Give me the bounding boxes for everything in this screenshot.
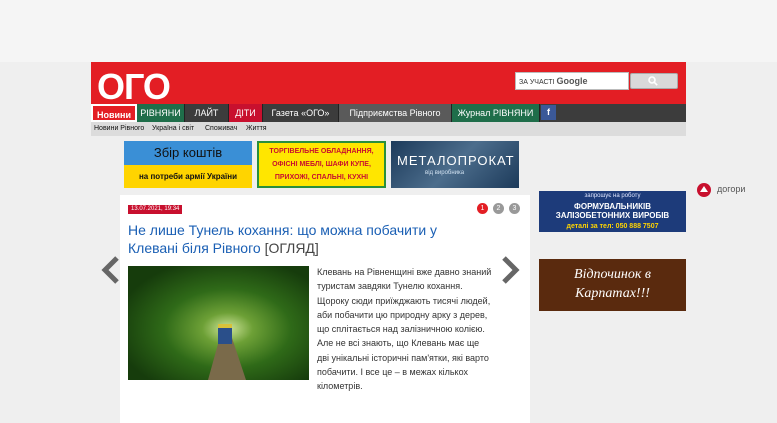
job-ad[interactable]: запрошує на роботу ФОРМУВАЛЬНИКІВ ЗАЛІЗО… (539, 191, 686, 232)
search-button[interactable] (630, 73, 678, 89)
metal-banner[interactable]: МЕТАЛОПРОКАТ від виробника (391, 141, 519, 188)
banner-donation-title: Збір коштів (153, 145, 223, 160)
subnav-item-rivne-news[interactable]: Новини Рівного (94, 122, 144, 136)
nav-item-news[interactable]: Новини (91, 104, 137, 122)
nav-item-companies[interactable]: Підприємства Рівного (339, 104, 452, 122)
up-icon[interactable] (697, 183, 711, 202)
army-donation-banner[interactable]: Збір коштів на потреби армії України (124, 141, 252, 188)
next-arrow-icon[interactable] (500, 256, 520, 289)
carpathians-title: Відпочинок в Карпатах!!! (574, 267, 651, 301)
nav-item-kids[interactable]: ДІТИ (229, 104, 263, 122)
subnav-item-ukraine-world[interactable]: Україна і світ (152, 122, 194, 136)
job-ad-phone: деталі за тел: 050 888 7507 (566, 223, 659, 230)
article-title[interactable]: Не лише Тунель кохання: що можна побачит… (128, 221, 458, 257)
nav-item-light[interactable]: ЛАЙТ (185, 104, 229, 122)
pager-dot-3[interactable]: 3 (509, 203, 520, 214)
prev-arrow-icon[interactable] (101, 256, 121, 289)
main-nav: Новини РІВНЯНИ ЛАЙТ ДІТИ Газета «ОГО» Пі… (91, 104, 686, 122)
article-excerpt: Клевань на Рівненщині вже давно знаний т… (317, 267, 492, 392)
sub-nav: Новини Рівного Україна і світ Споживач Ж… (91, 122, 686, 136)
furniture-line-3: ПРИХОЖІ, СПАЛЬНІ, КУХНІ (274, 174, 369, 181)
job-ad-title: ФОРМУВАЛЬНИКІВ ЗАЛІЗОБЕТОННИХ ВИРОБІВ (555, 202, 670, 220)
nav-item-rivniany[interactable]: РІВНЯНИ (137, 104, 185, 122)
article-tag: [ОГЛЯД] (264, 240, 319, 256)
search-input[interactable]: ЗА УЧАСТІ Google (515, 72, 629, 90)
search-by-label: ЗА УЧАСТІ (519, 79, 555, 86)
facebook-icon[interactable]: f (541, 105, 556, 120)
top-strip (0, 0, 777, 62)
furniture-line-1: ТОРГІВЕЛЬНЕ ОБЛАДНАННЯ, (269, 148, 374, 155)
train-tunnel-image (208, 324, 246, 380)
search-icon (648, 76, 658, 86)
scroll-top-link[interactable]: догори (717, 184, 745, 194)
subnav-item-consumer[interactable]: Споживач (205, 122, 237, 136)
furniture-banner[interactable]: ТОРГІВЕЛЬНЕ ОБЛАДНАННЯ, ОФІСНІ МЕБЛІ, ША… (257, 141, 386, 188)
site-logo[interactable]: ОГО (97, 66, 171, 108)
article-date: 13.07.2021, 19:34 (128, 205, 183, 214)
job-ad-top: запрошує на роботу (584, 193, 641, 199)
google-brand: Google (556, 76, 588, 86)
pager-dot-1[interactable]: 1 (477, 203, 488, 214)
metal-subtitle: від виробника (425, 170, 465, 176)
pager-dot-2[interactable]: 2 (493, 203, 504, 214)
nav-item-newspaper[interactable]: Газета «ОГО» (263, 104, 339, 122)
nav-item-magazine[interactable]: Журнал РІВНЯНИ (452, 104, 540, 122)
subnav-item-life[interactable]: Життя (246, 122, 267, 136)
metal-title: МЕТАЛОПРОКАТ (397, 153, 515, 168)
carpathians-ad[interactable]: Відпочинок в Карпатах!!! (539, 259, 686, 311)
furniture-line-2: ОФІСНІ МЕБЛІ, ШАФИ КУПЕ, (272, 161, 371, 168)
article-photo[interactable] (128, 266, 309, 380)
banner-donation-subtitle: на потреби армії України (124, 165, 252, 188)
